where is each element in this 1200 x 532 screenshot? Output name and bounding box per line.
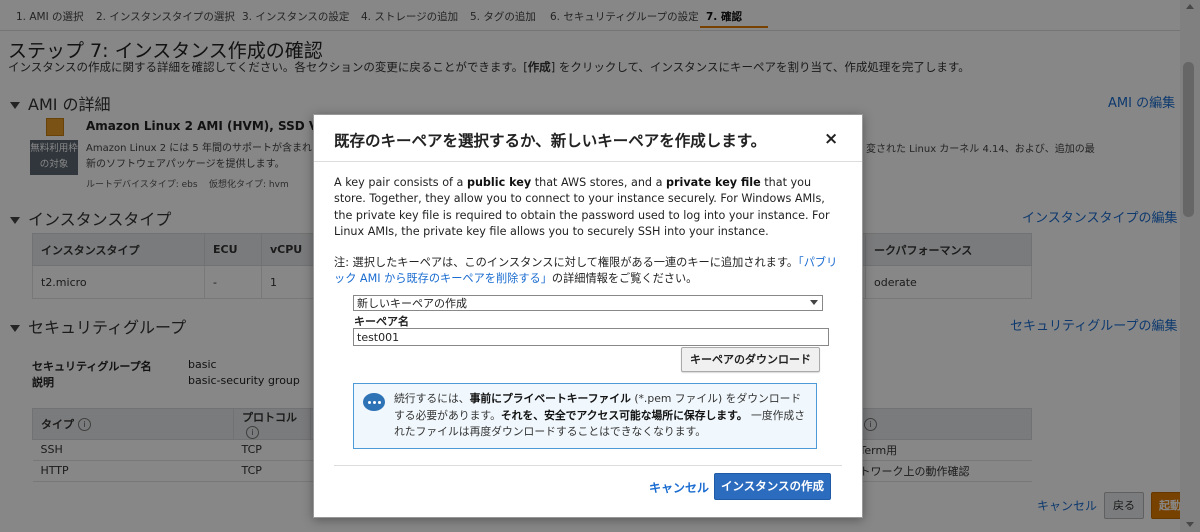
- key-pair-dialog: 既存のキーペアを選択するか、新しいキーペアを作成します。 × A key pai…: [313, 114, 863, 518]
- download-info-text: 続行するには、事前にプライベートキーファイル (*.pem ファイル) をダウン…: [394, 392, 806, 439]
- dialog-title: 既存のキーペアを選択するか、新しいキーペアを作成します。: [334, 132, 767, 150]
- download-info-box: 続行するには、事前にプライベートキーファイル (*.pem ファイル) をダウン…: [353, 383, 817, 449]
- key-pair-note: 注: 選択したキーペアは、このインスタンスに対して権限がある一連のキーに追加され…: [334, 256, 838, 286]
- chevron-down-icon: [810, 300, 818, 305]
- key-pair-name-label: キーペア名: [354, 315, 409, 328]
- key-pair-option-select[interactable]: 新しいキーペアの作成: [353, 295, 823, 311]
- chat-bubble-icon: [363, 393, 385, 411]
- dialog-header: 既存のキーペアを選択するか、新しいキーペアを作成します。 ×: [314, 115, 862, 162]
- key-pair-explanation: A key pair consists of a public key that…: [334, 176, 830, 239]
- dialog-cancel-button[interactable]: キャンセル: [649, 479, 709, 496]
- close-icon[interactable]: ×: [824, 129, 838, 149]
- key-pair-name-input[interactable]: test001: [353, 328, 829, 346]
- dialog-divider: [334, 465, 842, 466]
- create-instance-button[interactable]: インスタンスの作成: [714, 473, 831, 500]
- download-key-pair-button[interactable]: キーペアのダウンロード: [681, 347, 820, 372]
